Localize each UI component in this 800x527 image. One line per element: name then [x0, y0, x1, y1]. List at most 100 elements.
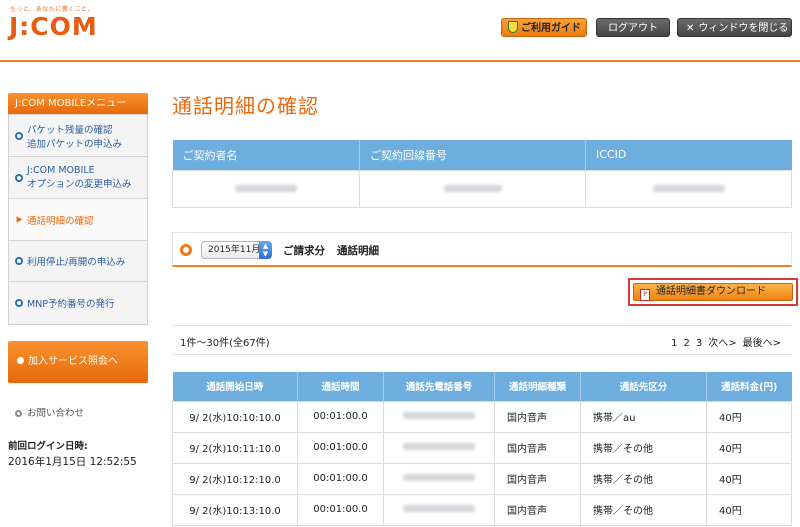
arrow-icon	[16, 216, 23, 223]
redacted-text	[403, 505, 475, 512]
redacted-text	[403, 474, 475, 481]
page-title: 通話明細の確認	[172, 94, 319, 118]
call-start: 9/ 2(水)10:13:10.0	[172, 493, 298, 526]
last-login-value: 2016年1月15日 12:52:55	[8, 456, 137, 468]
call-fee: 40円	[706, 462, 792, 495]
call-type: 国内音声	[494, 493, 581, 526]
col-header-number: 通話先電話番号	[383, 372, 495, 401]
call-duration: 00:01:00.0	[297, 431, 384, 464]
call-category: 携帯／その他	[580, 431, 707, 464]
guide-button[interactable]: ご利用ガイド	[501, 18, 587, 37]
service-inquiry-button[interactable]: 加入サービス照会へ	[8, 341, 148, 383]
call-duration: 00:01:00.0	[297, 462, 384, 495]
redacted-text	[652, 185, 725, 192]
shield-icon	[508, 21, 518, 33]
bullet-icon	[17, 357, 24, 364]
bullet-icon	[15, 299, 23, 307]
service-inquiry-label: 加入サービス照会へ	[28, 356, 118, 367]
table-header-row: 通話開始日時 通話時間 通話先電話番号 通話明細種類 通話先区分 通話料金(円)	[172, 372, 792, 401]
contract-iccid-cell	[585, 169, 792, 208]
circle-icon	[15, 410, 22, 417]
close-window-label: ウィンドウを閉じる	[698, 23, 789, 34]
call-fee: 40円	[706, 400, 792, 433]
bullet-icon	[15, 257, 23, 265]
contract-header-iccid: ICCID	[585, 140, 792, 170]
call-category: 携帯／au	[580, 400, 707, 433]
close-icon: ✕	[686, 23, 695, 34]
pdf-icon: P	[640, 289, 650, 301]
sidebar-item-packet[interactable]: パケット残量の確認 追加パケットの申込み	[9, 114, 147, 156]
col-header-type: 通話明細種類	[494, 372, 581, 401]
call-start: 9/ 2(水)10:10:10.0	[172, 400, 298, 433]
detail-label: 通話明細	[337, 245, 379, 257]
sidebar-item-label: オプションの変更申込み	[27, 179, 132, 190]
call-number	[383, 462, 495, 495]
sidebar-item-label: 通話明細の確認	[27, 215, 94, 227]
call-start: 9/ 2(水)10:12:10.0	[172, 462, 298, 495]
call-type: 国内音声	[494, 462, 581, 495]
contract-table: ご契約者名 ご契約回線番号 ICCID	[172, 140, 792, 208]
sidebar-item-call-detail[interactable]: 通話明細の確認	[9, 198, 147, 240]
call-category: 携帯／その他	[580, 493, 707, 526]
contract-line-cell	[359, 169, 586, 208]
call-number	[383, 431, 495, 464]
sidebar-item-mnp[interactable]: MNP予約番号の発行	[9, 281, 147, 324]
col-header-category: 通話先区分	[580, 372, 707, 401]
col-header-duration: 通話時間	[297, 372, 384, 401]
contract-name-cell	[172, 169, 360, 208]
bullet-icon	[15, 173, 23, 182]
header: もっと、あなたに響くこと。 J:COM ご利用ガイド ログアウト ✕ ウィンドウを…	[0, 0, 800, 62]
call-number	[383, 493, 495, 526]
page-link-3[interactable]: 3	[696, 338, 702, 349]
sidebar: J:COM MOBILEメニュー パケット残量の確認 追加パケットの申込み J:…	[8, 93, 148, 325]
ring-icon	[180, 244, 192, 256]
billing-month-select[interactable]: 2015年11月 ▲ ▼	[201, 241, 272, 259]
billing-month-value: 2015年11月	[208, 245, 261, 255]
last-login-label: 前回ログイン日時:	[8, 441, 88, 452]
download-statement-button[interactable]: P 通話明細書ダウンロード	[633, 283, 793, 301]
table-row: 9/ 2(水)10:11:10.0 00:01:00.0 国内音声 携帯／その他…	[172, 431, 792, 464]
download-highlight: P 通話明細書ダウンロード	[628, 278, 798, 306]
period-text: ご請求分 通話明細	[283, 243, 379, 258]
sidebar-item-option[interactable]: J:COM MOBILE オプションの変更申込み	[9, 156, 147, 198]
call-duration: 00:01:00.0	[297, 400, 384, 433]
jcom-logo[interactable]: J:COM	[9, 12, 98, 41]
redacted-text	[403, 412, 475, 419]
call-category: 携帯／その他	[580, 462, 707, 495]
col-header-fee: 通話料金(円)	[706, 372, 792, 401]
sidebar-item-label: J:COM MOBILE	[27, 165, 95, 176]
call-detail-table: 通話開始日時 通話時間 通話先電話番号 通話明細種類 通話先区分 通話料金(円)…	[172, 372, 792, 526]
table-row: 9/ 2(水)10:10:10.0 00:01:00.0 国内音声 携帯／au …	[172, 400, 792, 433]
page-link-2[interactable]: 2	[683, 338, 689, 349]
logout-button[interactable]: ログアウト	[596, 18, 670, 37]
guide-button-label: ご利用ガイド	[521, 23, 581, 34]
sidebar-item-label: 追加パケットの申込み	[27, 138, 123, 150]
download-label: 通話明細書ダウンロード	[656, 286, 766, 297]
bullet-icon	[15, 131, 23, 140]
next-page-link[interactable]: 次へ>	[708, 338, 736, 349]
table-row: 9/ 2(水)10:12:10.0 00:01:00.0 国内音声 携帯／その他…	[172, 462, 792, 495]
sidebar-item-label: パケット残量の確認	[27, 124, 113, 136]
sidebar-menu: パケット残量の確認 追加パケットの申込み J:COM MOBILE オプションの…	[8, 114, 148, 325]
page-link-1[interactable]: 1	[671, 338, 677, 349]
call-number	[383, 400, 495, 433]
contact-link[interactable]: お問い合わせ	[15, 405, 84, 419]
billing-label: ご請求分	[283, 245, 325, 257]
call-fee: 40円	[706, 431, 792, 464]
call-duration: 00:01:00.0	[297, 493, 384, 526]
close-window-button[interactable]: ✕ ウィンドウを閉じる	[677, 18, 792, 37]
select-arrows-icon: ▲ ▼	[259, 241, 272, 259]
result-count: 1件～30件(全67件)	[180, 338, 270, 349]
pagination-bar: 1件～30件(全67件) 1 2 3 次へ> 最後へ>	[172, 325, 792, 355]
redacted-text	[235, 185, 297, 192]
col-header-start: 通話開始日時	[172, 372, 298, 401]
last-page-link[interactable]: 最後へ>	[743, 338, 781, 349]
contract-header-name: ご契約者名	[172, 140, 360, 170]
sidebar-item-suspend[interactable]: 利用停止/再開の申込み	[9, 240, 147, 281]
billing-period-bar: 2015年11月 ▲ ▼ ご請求分 通話明細	[172, 232, 792, 267]
pagination: 1 2 3 次へ> 最後へ>	[665, 334, 781, 349]
call-type: 国内音声	[494, 431, 581, 464]
sidebar-item-label: 利用停止/再開の申込み	[27, 257, 126, 268]
call-type: 国内音声	[494, 400, 581, 433]
contract-header-line: ご契約回線番号	[359, 140, 586, 170]
